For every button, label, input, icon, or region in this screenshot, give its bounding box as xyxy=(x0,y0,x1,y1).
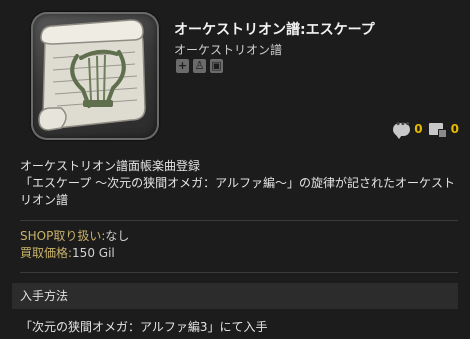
plus-icon: + xyxy=(176,59,189,73)
comment-icon xyxy=(393,120,411,139)
description-line-2: 「エスケープ 〜次元の狭間オメガ：アルファ編〜」の旋律が記されたオーケストリオン… xyxy=(20,176,455,207)
divider xyxy=(20,272,458,273)
item-category: オーケストリオン譜 xyxy=(174,43,283,57)
description-line-1: オーケストリオン譜面帳楽曲登録 xyxy=(20,159,201,173)
sell-price-value: 150 Gil xyxy=(72,246,115,260)
counters: 0 0 xyxy=(393,120,459,139)
item-icon-frame xyxy=(31,12,159,140)
loadout-counter[interactable]: 0 xyxy=(428,122,459,138)
orchestrion-scroll-icon xyxy=(38,19,146,131)
comment-count: 0 xyxy=(414,122,423,136)
loadout-icon xyxy=(428,123,447,138)
acquisition-header: 入手方法 xyxy=(12,283,458,309)
item-name: オーケストリオン譜:エスケープ xyxy=(174,22,375,38)
chest-icon: ▣ xyxy=(210,59,223,73)
shop-info: SHOP取り扱い:なし 買取価格:150 Gil xyxy=(20,228,129,262)
loadout-count: 0 xyxy=(450,122,459,136)
shop-availability-value: なし xyxy=(105,229,130,243)
comment-counter[interactable]: 0 xyxy=(393,120,423,139)
sell-price-label: 買取価格: xyxy=(20,246,73,260)
item-description: オーケストリオン譜面帳楽曲登録 「エスケープ 〜次元の狭間オメガ：アルファ編〜」… xyxy=(20,158,460,209)
shop-availability-row: SHOP取り扱い:なし xyxy=(20,228,129,245)
class-icons: + ♙ ▣ xyxy=(176,59,223,73)
sell-price-row: 買取価格:150 Gil xyxy=(20,245,129,262)
crafter-icon: ♙ xyxy=(193,59,206,73)
divider xyxy=(20,220,458,221)
acquisition-text: 「次元の狭間オメガ：アルファ編3」にて入手 xyxy=(20,320,268,334)
shop-availability-label: SHOP取り扱い: xyxy=(20,229,106,243)
